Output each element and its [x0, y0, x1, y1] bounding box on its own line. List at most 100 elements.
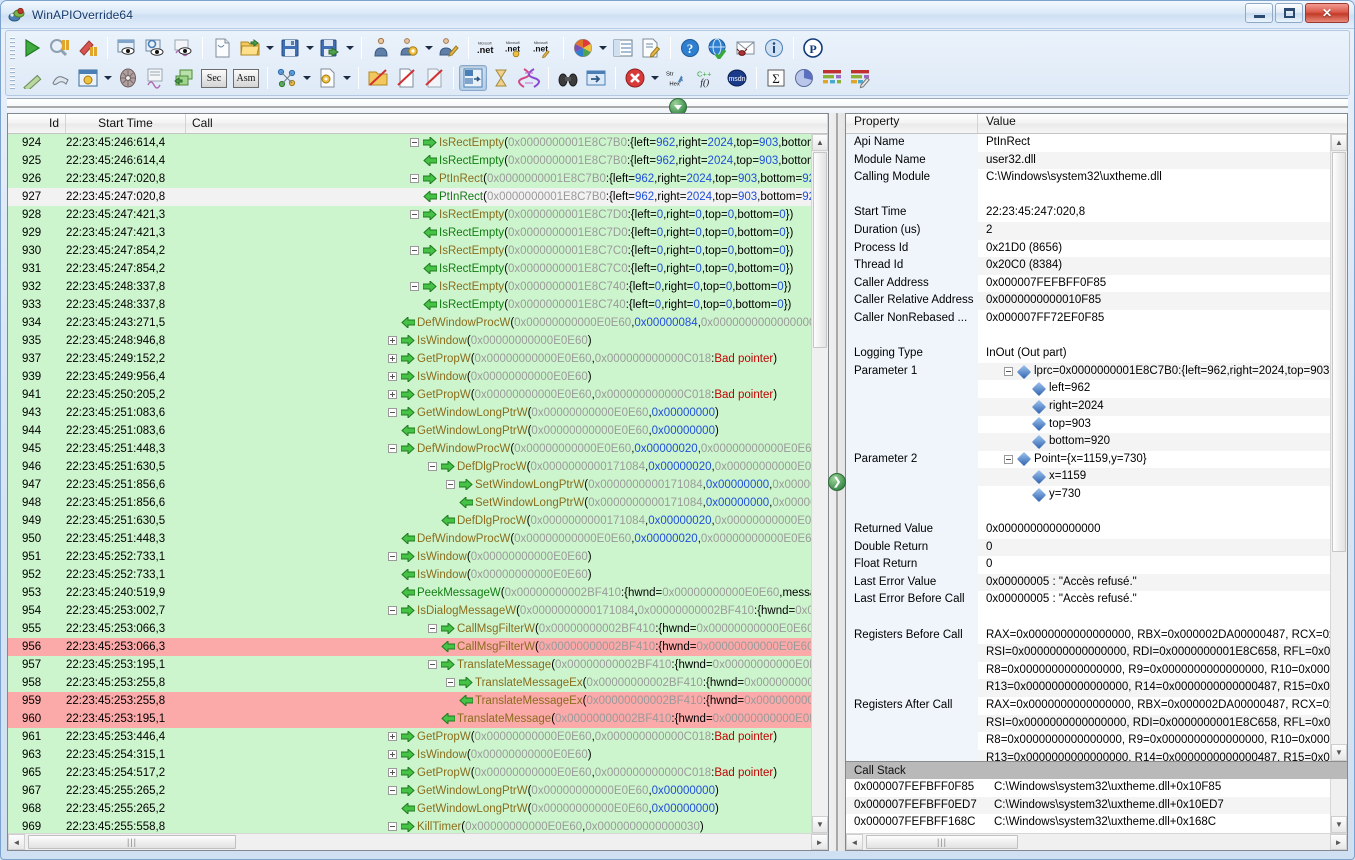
expand-toggle[interactable]	[388, 750, 397, 759]
property-row[interactable]: Float Return0	[846, 556, 1330, 574]
windows-stack-icon[interactable]	[170, 65, 198, 91]
monitor-stop-icon[interactable]	[74, 35, 102, 61]
call-stack-vertical-scrollbar[interactable]: ▼	[1330, 779, 1347, 833]
stop-dropdown-arrow[interactable]	[649, 65, 661, 91]
property-row[interactable]: Process Id0x21D0 (8656)	[846, 240, 1330, 258]
monitor-pause-icon[interactable]	[46, 35, 74, 61]
property-row[interactable]: Parameter 1lprc=0x0000000001E8C7B0:{left…	[846, 363, 1330, 381]
dotnet-monitor-icon[interactable]: Microsoft.net	[502, 35, 530, 61]
expand-toggle[interactable]	[410, 210, 419, 219]
table-row[interactable]: 96822:23:45:255:265,2GetWindowLongPtrW(0…	[8, 800, 811, 818]
window-monitor-icon[interactable]	[74, 65, 102, 91]
scroll-left-button[interactable]: ◄	[846, 834, 863, 850]
spy-window-icon[interactable]	[141, 35, 169, 61]
property-row[interactable]: Api NamePtInRect	[846, 134, 1330, 152]
user-icon[interactable]	[367, 35, 395, 61]
grid-horizontal-scrollbar[interactable]: ◄ ||| ►	[8, 833, 828, 850]
table-row[interactable]: 95622:23:45:253:066,3CallMsgFilterW(0x00…	[8, 638, 811, 656]
table-row[interactable]: 92822:23:45:247:421,3IsRectEmpty(0x00000…	[8, 206, 811, 224]
clear-file2-icon[interactable]	[420, 65, 448, 91]
table-row[interactable]: 93722:23:45:249:152,2GetPropW(0x00000000…	[8, 350, 811, 368]
table-row[interactable]: 95322:23:45:240:519,9PeekMessageW(0x0000…	[8, 584, 811, 602]
toolbar-grip[interactable]	[10, 37, 15, 59]
property-row[interactable]: Caller Relative Address0x0000000000010F8…	[846, 292, 1330, 310]
table-row[interactable]: 96722:23:45:255:265,2GetWindowLongPtrW(0…	[8, 782, 811, 800]
scroll-thumb[interactable]	[813, 152, 827, 348]
table-row[interactable]: 94422:23:45:251:083,6GetWindowLongPtrW(0…	[8, 422, 811, 440]
ruler-icon[interactable]	[18, 65, 46, 91]
attach-process-icon[interactable]	[113, 35, 141, 61]
list-icon[interactable]	[609, 35, 637, 61]
property-row[interactable]: R8=0x0000000000000000, R9=0x000000000000…	[846, 662, 1330, 680]
property-row[interactable]: Module Nameuser32.dll	[846, 152, 1330, 170]
msdn-icon[interactable]: msdn	[723, 65, 751, 91]
web-icon[interactable]	[704, 35, 732, 61]
column-header-value[interactable]: Value	[978, 114, 1347, 133]
property-row[interactable]: R8=0x0000000000000000, R9=0x000000000000…	[846, 732, 1330, 750]
sigma-icon[interactable]: Σ	[762, 65, 790, 91]
save-dropdown-arrow[interactable]	[304, 35, 316, 61]
paypal-icon[interactable]: P	[799, 35, 827, 61]
expand-toggle[interactable]	[1004, 455, 1013, 464]
expand-toggle[interactable]	[410, 246, 419, 255]
table-row[interactable]: 93322:23:45:248:337,8IsRectEmpty(0x00000…	[8, 296, 811, 314]
scroll-thumb-h[interactable]: |||	[28, 835, 236, 849]
table-row[interactable]: 95422:23:45:253:002,7IsDialogMessageW(0x…	[8, 602, 811, 620]
expand-toggle[interactable]	[1004, 367, 1013, 376]
scroll-down-button[interactable]: ▼	[1331, 816, 1347, 833]
property-row[interactable]: Thread Id0x20C0 (8384)	[846, 257, 1330, 275]
expand-toggle[interactable]	[388, 408, 397, 417]
table-row[interactable]: 92622:23:45:247:020,8PtInRect(0x00000000…	[8, 170, 811, 188]
pie-chart-icon[interactable]	[790, 65, 818, 91]
property-row[interactable]: Registers After CallRAX=0x00000000000000…	[846, 697, 1330, 715]
filter-view-icon[interactable]	[459, 65, 487, 91]
scroll-thumb[interactable]	[1332, 152, 1346, 552]
help-icon[interactable]: ?	[676, 35, 704, 61]
expand-toggle[interactable]	[428, 462, 437, 471]
scroll-down-button[interactable]: ▼	[1331, 744, 1347, 761]
property-row[interactable]: bottom=920	[846, 433, 1330, 451]
table-row[interactable]: 92422:23:45:246:614,4IsRectEmpty(0x00000…	[8, 134, 811, 152]
table-row[interactable]: 96022:23:45:253:195,1TranslateMessage(0x…	[8, 710, 811, 728]
table-row[interactable]: 96322:23:45:254:315,1IsWindow(0x00000000…	[8, 746, 811, 764]
scroll-thumb-h[interactable]: |||	[866, 835, 1018, 849]
clear-folder-icon[interactable]	[364, 65, 392, 91]
expand-toggle[interactable]	[388, 768, 397, 777]
open-dropdown-arrow[interactable]	[264, 35, 276, 61]
script-dropdown-arrow[interactable]	[341, 65, 353, 91]
table-row[interactable]: 94322:23:45:251:083,6GetWindowLongPtrW(0…	[8, 404, 811, 422]
property-row[interactable]: y=730	[846, 486, 1330, 504]
table-row[interactable]: 95722:23:45:253:195,1TranslateMessage(0x…	[8, 656, 811, 674]
property-row[interactable]: Last Error Value0x00000005 : "Accès refu…	[846, 574, 1330, 592]
table-row[interactable]: 96922:23:45:255:558,8KillTimer(0x0000000…	[8, 818, 811, 833]
property-row[interactable]: Start Time22:23:45:247:020,8	[846, 204, 1330, 222]
property-row[interactable]: Caller Address0x000007FEFBFF0F85	[846, 275, 1330, 293]
color-dropdown-arrow[interactable]	[597, 35, 609, 61]
property-row[interactable]	[846, 328, 1330, 346]
property-row[interactable]	[846, 187, 1330, 205]
scroll-right-button[interactable]: ►	[811, 834, 828, 850]
table-row[interactable]: 93922:23:45:249:956,4IsWindow(0x00000000…	[8, 368, 811, 386]
column-header-start-time[interactable]: Start Time	[66, 114, 186, 133]
expand-toggle[interactable]	[446, 678, 455, 687]
save-as-dropdown-arrow[interactable]	[344, 35, 356, 61]
dna-icon[interactable]	[515, 65, 543, 91]
dotnet-edit-icon[interactable]: Microsoft.net	[530, 35, 558, 61]
table-row[interactable]: 93422:23:45:243:271,5DefWindowProcW(0x00…	[8, 314, 811, 332]
table-row[interactable]: 96122:23:45:253:446,4GetPropW(0x00000000…	[8, 728, 811, 746]
clear-file-icon[interactable]	[392, 65, 420, 91]
table-row[interactable]: 94522:23:45:251:448,3DefWindowProcW(0x00…	[8, 440, 811, 458]
expand-toggle[interactable]	[428, 624, 437, 633]
property-row[interactable]: Logging TypeInOut (Out part)	[846, 345, 1330, 363]
dotnet-icon[interactable]: Microsoft.net	[474, 35, 502, 61]
table-row[interactable]: 93122:23:45:247:854,2IsRectEmpty(0x00000…	[8, 260, 811, 278]
table-row[interactable]: 95522:23:45:253:066,3CallMsgFilterW(0x00…	[8, 620, 811, 638]
grid-vertical-scrollbar[interactable]: ▲ ▼	[811, 134, 828, 833]
maximize-button[interactable]	[1275, 3, 1303, 23]
table-row[interactable]: 93522:23:45:248:946,8IsWindow(0x00000000…	[8, 332, 811, 350]
scroll-up-button[interactable]: ▲	[812, 134, 828, 151]
property-row[interactable]: Returned Value0x0000000000000000	[846, 521, 1330, 539]
table-row[interactable]: 95222:23:45:252:733,1IsWindow(0x00000000…	[8, 566, 811, 584]
save-as-icon[interactable]	[316, 35, 344, 61]
table-row[interactable]: 92922:23:45:247:421,3IsRectEmpty(0x00000…	[8, 224, 811, 242]
